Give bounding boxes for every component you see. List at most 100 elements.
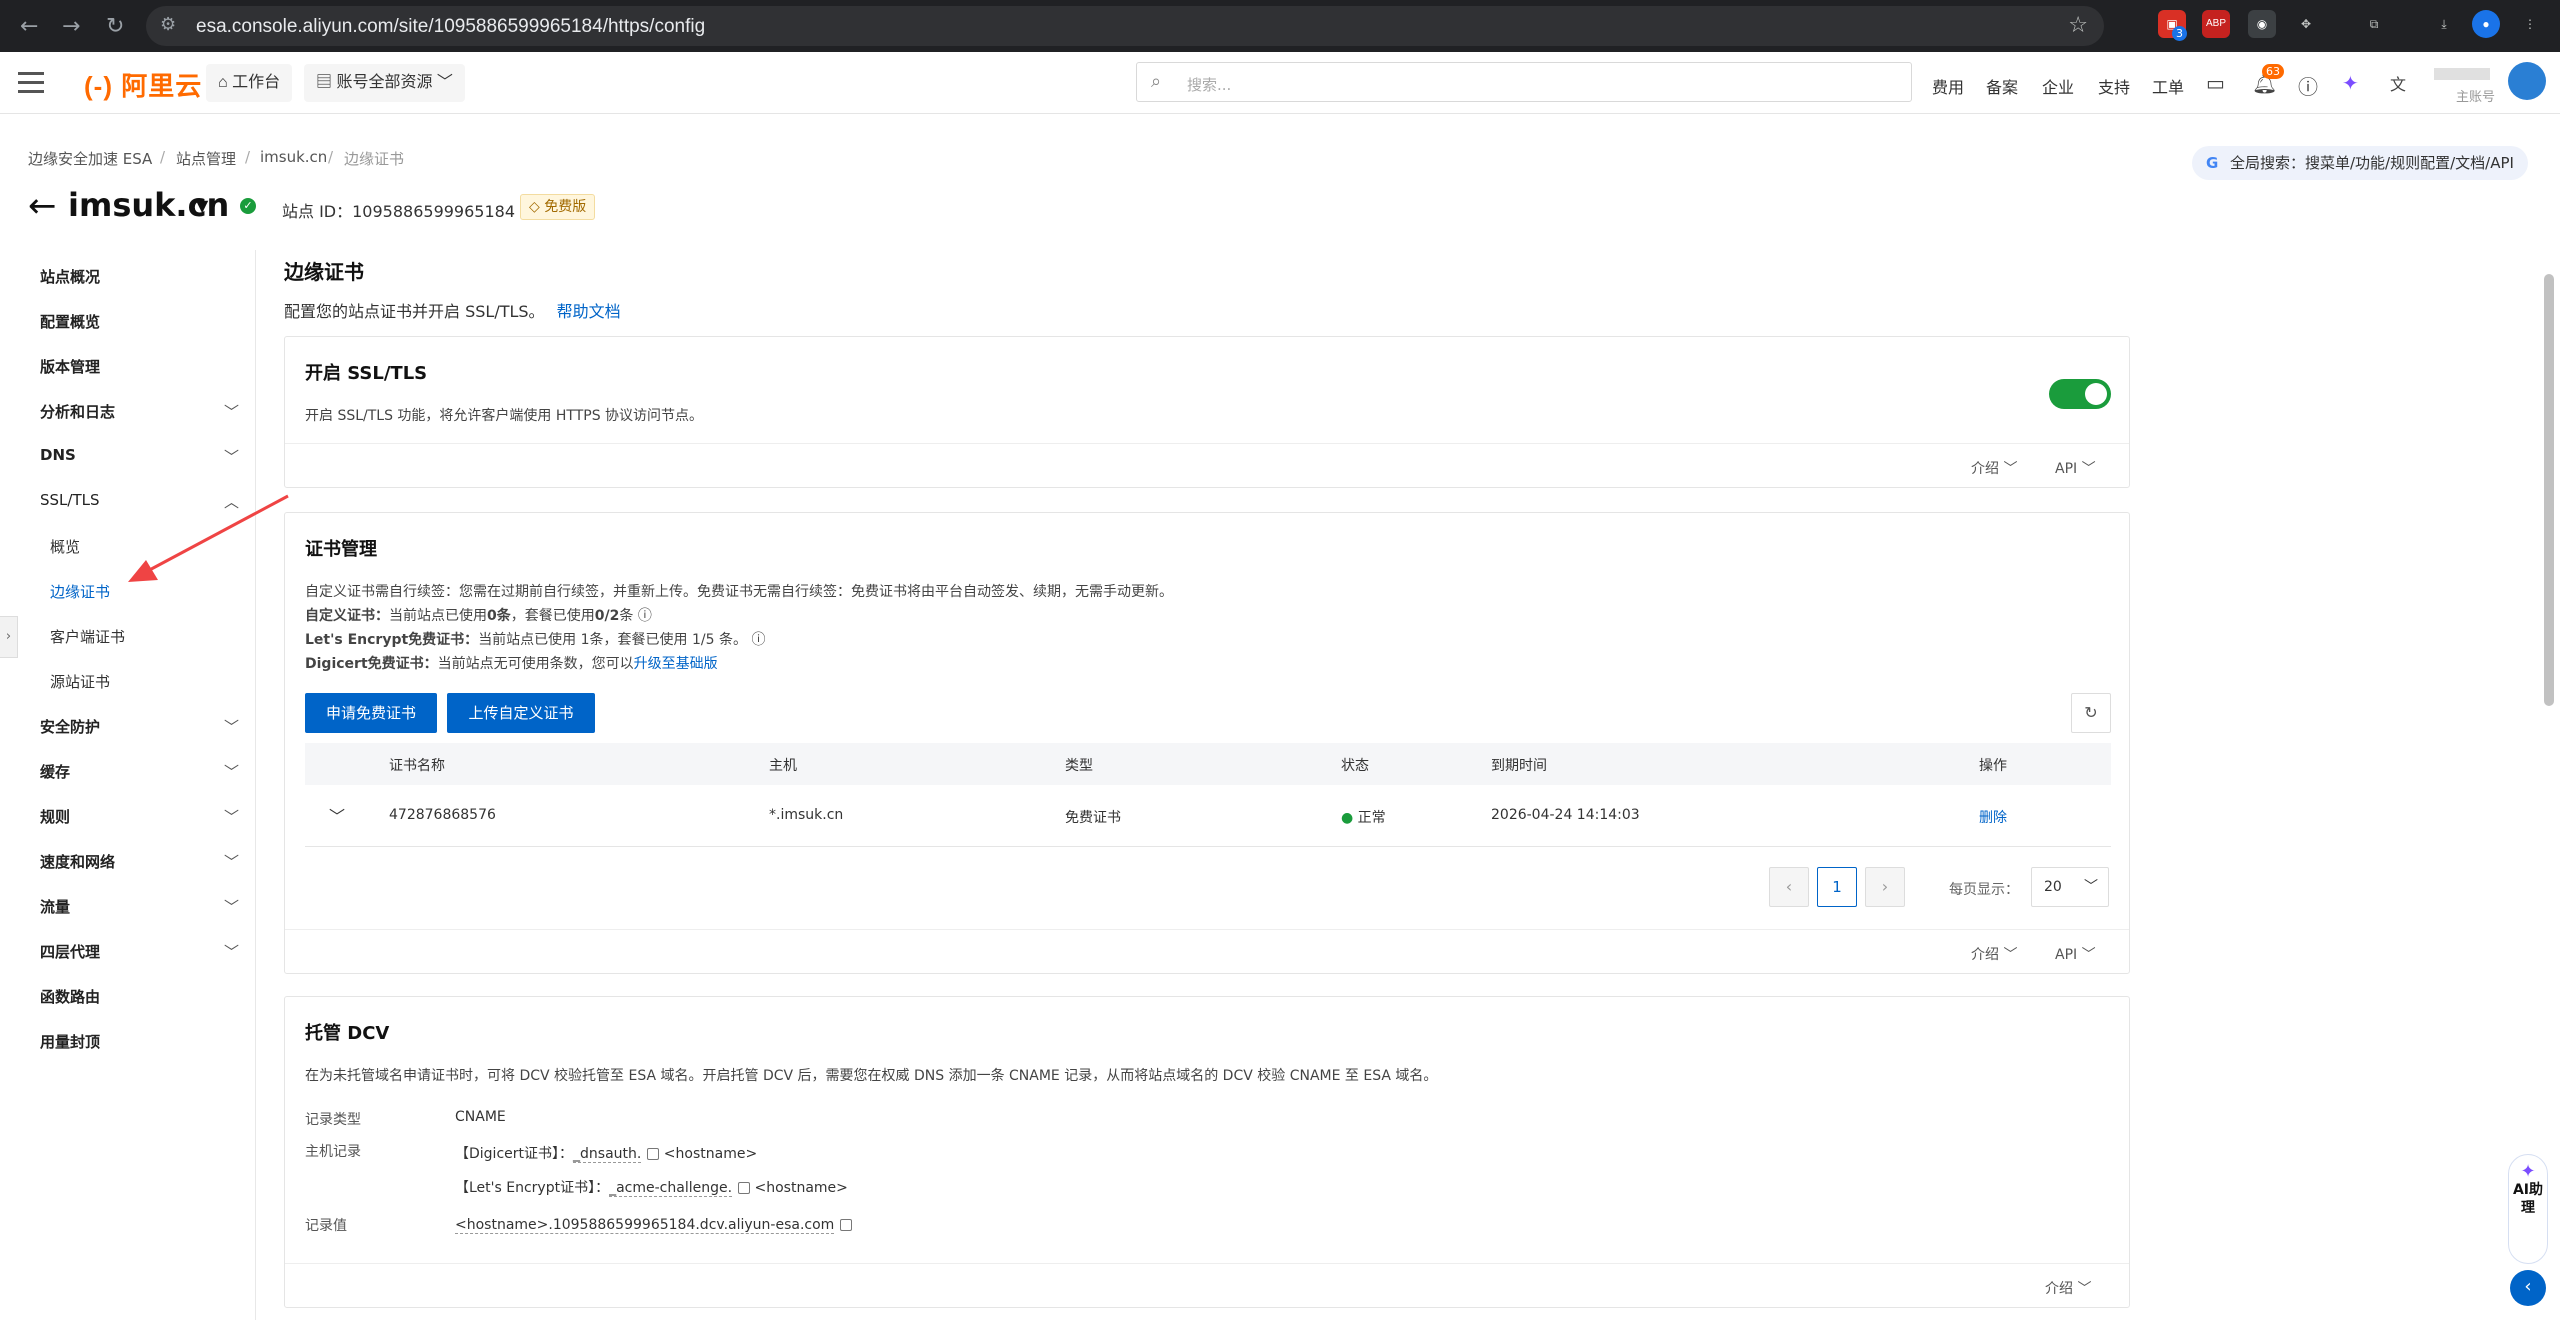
global-search-button[interactable]: G 全局搜索：搜菜单/功能/规则配置/文档/API	[2192, 146, 2528, 180]
breadcrumb-sites[interactable]: 站点管理	[176, 148, 236, 169]
sidebar-item-edge-cert[interactable]: 边缘证书	[50, 581, 110, 602]
intro-dropdown[interactable]: 介绍 ﹀	[1971, 944, 2017, 964]
site-info-icon[interactable]: ⚙	[160, 14, 176, 35]
digicert-label: Digicert免费证书：	[305, 656, 438, 672]
account-type: 主账号	[2456, 90, 2496, 105]
resources-dropdown[interactable]: ▤ 账号全部资源 ﹀	[304, 64, 465, 102]
custom-cert-used: 0条	[487, 608, 511, 624]
site-dropdown-icon[interactable]: ▼	[196, 196, 208, 215]
breadcrumb-esa[interactable]: 边缘安全加速 ESA	[28, 148, 152, 169]
sidebar-collapse-handle[interactable]: ›	[0, 616, 18, 658]
adblock-icon[interactable]: ABP	[2202, 10, 2230, 38]
sidebar-item-label: 函数路由	[40, 988, 101, 1006]
upload-custom-cert-button[interactable]: 上传自定义证书	[447, 693, 595, 733]
copy-icon[interactable]	[840, 1219, 853, 1231]
address-bar[interactable]: ⚙ esa.console.aliyun.com/site/1095886599…	[146, 6, 2104, 46]
intro-dropdown[interactable]: 介绍 ﹀	[1971, 458, 2017, 478]
intro-dropdown[interactable]: 介绍 ﹀	[2045, 1278, 2091, 1298]
ai-assistant-button[interactable]: ✦ AI助理	[2508, 1154, 2548, 1264]
page-size-value: 20	[2044, 879, 2062, 895]
extension-badge: 3	[2172, 26, 2187, 41]
scrollbar-thumb[interactable]	[2544, 274, 2554, 706]
sidebar-item-config-overview[interactable]: 配置概览	[40, 311, 100, 332]
search-icon: ⌕	[1151, 71, 1162, 92]
resources-label: 账号全部资源	[336, 74, 433, 91]
ai-icon[interactable]: ✦	[2342, 71, 2359, 95]
header-link-ticket[interactable]: 工单	[2152, 74, 2184, 98]
hamburger-menu-icon[interactable]	[18, 72, 44, 94]
back-arrow-icon[interactable]: ←	[28, 186, 57, 226]
sidebar-item-speed[interactable]: 速度和网络 ﹀	[40, 851, 239, 872]
extension-icon[interactable]: ◉	[2248, 10, 2276, 38]
sidebar-item-rules[interactable]: 规则 ﹀	[40, 806, 239, 827]
help-icon[interactable]: ⓘ	[2298, 71, 2318, 100]
breadcrumb-site[interactable]: imsuk.cn	[260, 148, 327, 166]
sidebar-item-overview[interactable]: 站点概况	[40, 266, 100, 287]
refresh-icon[interactable]: ↻	[2071, 693, 2111, 733]
cert-card-footer: 介绍 ﹀ API ﹀	[285, 929, 2129, 975]
sidebar-item-ssl[interactable]: SSL/TLS ︿	[40, 491, 239, 511]
api-dropdown[interactable]: API ﹀	[2055, 458, 2096, 478]
header-link-enterprise[interactable]: 企业	[2042, 74, 2074, 98]
sidebar-item-cache[interactable]: 缓存 ﹀	[40, 761, 239, 782]
header-link-fee[interactable]: 费用	[1932, 74, 1964, 98]
copy-icon[interactable]	[738, 1182, 751, 1194]
sidebar-item-traffic[interactable]: 流量 ﹀	[40, 896, 239, 917]
sidebar-item-analytics[interactable]: 分析和日志 ﹀	[40, 401, 239, 422]
sidebar-item-usage-cap[interactable]: 用量封顶	[40, 1031, 100, 1052]
language-icon[interactable]: 文	[2390, 71, 2406, 95]
aliyun-logo[interactable]: (-) 阿里云	[84, 66, 202, 103]
chevron-down-icon: ﹀	[224, 448, 240, 466]
page-size-label: 每页显示：	[1949, 882, 2019, 898]
expand-chevron-icon[interactable]: ﹀	[329, 803, 345, 827]
header-link-support[interactable]: 支持	[2098, 74, 2130, 98]
sidebar-item-l4-proxy[interactable]: 四层代理 ﹀	[40, 941, 239, 962]
sidebar-item-security[interactable]: 安全防护 ﹀	[40, 716, 239, 737]
sidebar-item-versions[interactable]: 版本管理	[40, 356, 100, 377]
sidebar-item-ssl-overview[interactable]: 概览	[50, 536, 80, 557]
sidebar-item-function-routes[interactable]: 函数路由	[40, 986, 100, 1007]
sidebar-item-label: 概览	[50, 538, 81, 556]
table-row: ﹀ 472876868576 *.imsuk.cn 免费证书 ● 正常 2026…	[305, 785, 2111, 847]
next-page-button[interactable]: ›	[1865, 867, 1905, 907]
status-ok-icon: ●	[1341, 810, 1354, 826]
download-icon[interactable]: ⤓	[2430, 10, 2458, 38]
apply-free-cert-button[interactable]: 申请免费证书	[305, 693, 437, 733]
terminal-icon[interactable]: ▭	[2206, 71, 2225, 95]
help-doc-link[interactable]: 帮助文档	[557, 302, 621, 321]
page-number[interactable]: 1	[1817, 867, 1857, 907]
sidebar-item-label: 版本管理	[40, 358, 101, 376]
copy-icon[interactable]	[647, 1148, 660, 1160]
console-header: (-) 阿里云 ⌂ 工作台 ▤ 账号全部资源 ﹀ ⌕ 搜索... 费用 备案 企…	[0, 52, 2560, 114]
sidebar-item-client-cert[interactable]: 客户端证书	[50, 626, 125, 647]
page-size-select[interactable]: 20 ﹀	[2031, 867, 2109, 907]
global-search-label: 全局搜索：搜菜单/功能/规则配置/文档/API	[2230, 154, 2514, 172]
chevron-down-icon: ﹀	[224, 853, 240, 871]
upgrade-link[interactable]: 升级至基础版	[634, 656, 718, 672]
reload-icon[interactable]: ↻	[106, 14, 124, 39]
api-dropdown[interactable]: API ﹀	[2055, 944, 2096, 964]
ssl-toggle[interactable]	[2049, 379, 2111, 409]
info-icon[interactable]: ⓘ	[638, 608, 652, 624]
back-icon[interactable]: ←	[20, 14, 38, 39]
forward-icon[interactable]: →	[62, 14, 80, 39]
collapse-fab[interactable]: ‹	[2510, 1270, 2546, 1306]
breadcrumb-current: 边缘证书	[344, 150, 405, 168]
bookmark-star-icon[interactable]: ☆	[2068, 13, 2088, 38]
header-search[interactable]: ⌕ 搜索...	[1136, 62, 1912, 102]
cert-renew-note: 自定义证书需自行续签：您需在过期前自行续签，并重新上传。免费证书无需自行续签：免…	[305, 584, 1173, 600]
tab-search-icon[interactable]: ⧉	[2360, 10, 2388, 38]
info-icon[interactable]: ⓘ	[751, 632, 765, 648]
sidebar-item-origin-cert[interactable]: 源站证书	[50, 671, 110, 692]
profile-icon[interactable]: ●	[2472, 10, 2500, 38]
menu-icon[interactable]: ⋮	[2516, 10, 2544, 38]
avatar[interactable]	[2508, 62, 2546, 100]
puzzle-icon[interactable]: ✥	[2292, 10, 2320, 38]
sidebar-item-dns[interactable]: DNS ﹀	[40, 446, 239, 466]
delete-link[interactable]: 删除	[1979, 807, 2007, 827]
prev-page-button[interactable]: ‹	[1769, 867, 1809, 907]
workbench-button[interactable]: ⌂ 工作台	[206, 64, 293, 102]
sidebar-item-label: 安全防护	[40, 718, 101, 736]
header-link-icp[interactable]: 备案	[1986, 74, 2018, 98]
record-type-value: CNAME	[455, 1109, 506, 1125]
